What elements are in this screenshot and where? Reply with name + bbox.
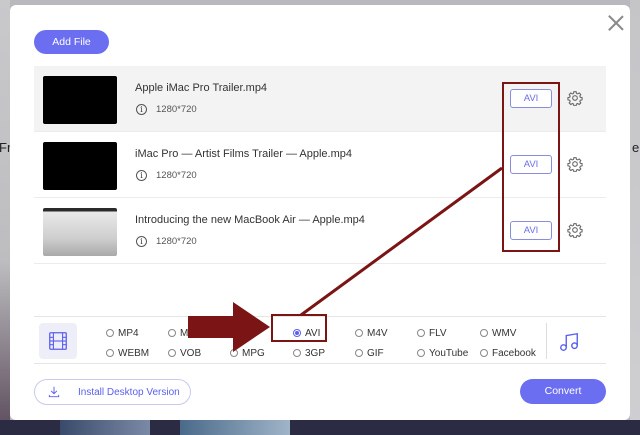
format-option-mpg[interactable]: MPG — [230, 348, 265, 359]
video-thumbnail — [43, 208, 117, 256]
radio-icon — [417, 349, 425, 357]
file-resolution: 1280*720 — [156, 236, 197, 247]
background-text-right: e — [632, 140, 640, 155]
background-left — [0, 0, 10, 435]
install-desktop-button[interactable]: Install Desktop Version — [34, 379, 191, 405]
format-option-m4v[interactable]: M4V — [355, 328, 388, 339]
close-icon[interactable] — [607, 14, 625, 32]
convert-button[interactable]: Convert — [520, 379, 606, 404]
install-label: Install Desktop Version — [78, 387, 180, 398]
format-option-wmv[interactable]: WMV — [480, 328, 516, 339]
video-thumbnail — [43, 142, 117, 190]
info-icon[interactable]: i — [136, 170, 147, 181]
film-icon — [49, 332, 67, 350]
radio-icon — [106, 329, 114, 337]
gear-icon[interactable] — [567, 156, 583, 172]
radio-icon — [168, 349, 176, 357]
radio-icon — [480, 329, 488, 337]
file-resolution: 1280*720 — [156, 104, 197, 115]
format-option-vob[interactable]: VOB — [168, 348, 201, 359]
video-thumbnail — [43, 76, 117, 124]
radio-icon — [355, 329, 363, 337]
file-name: Introducing the new MacBook Air — Apple.… — [135, 214, 365, 226]
divider — [546, 323, 547, 359]
format-option-3gp[interactable]: 3GP — [293, 348, 325, 359]
gear-icon[interactable] — [567, 222, 583, 238]
format-option-youtube[interactable]: YouTube — [417, 348, 468, 359]
radio-icon — [293, 349, 301, 357]
format-option-flv[interactable]: FLV — [417, 328, 447, 339]
format-option-mov[interactable]: MO — [168, 328, 196, 339]
video-format-tab[interactable] — [39, 323, 77, 359]
radio-icon — [480, 349, 488, 357]
format-option-mp4[interactable]: MP4 — [106, 328, 139, 339]
format-option-webm[interactable]: WEBM — [106, 348, 149, 359]
format-option-gif[interactable]: GIF — [355, 348, 384, 359]
file-name: iMac Pro — Artist Films Trailer — Apple.… — [135, 148, 352, 160]
background-thumbnail — [180, 420, 290, 435]
radio-icon — [106, 349, 114, 357]
radio-icon — [168, 329, 176, 337]
file-resolution: 1280*720 — [156, 170, 197, 181]
music-note-icon[interactable] — [558, 331, 580, 353]
add-file-button[interactable]: Add File — [34, 30, 109, 54]
radio-icon — [230, 349, 238, 357]
gear-icon[interactable] — [567, 90, 583, 106]
download-icon — [48, 386, 60, 398]
file-name: Apple iMac Pro Trailer.mp4 — [135, 82, 268, 94]
background-thumbnail — [60, 420, 150, 435]
info-icon[interactable]: i — [136, 236, 147, 247]
annotation-highlight-box — [271, 314, 327, 342]
info-icon[interactable]: i — [136, 104, 147, 115]
radio-icon — [355, 349, 363, 357]
radio-icon — [417, 329, 425, 337]
background-bottom — [0, 420, 640, 435]
annotation-highlight-box — [502, 82, 560, 252]
format-option-facebook[interactable]: Facebook — [480, 348, 536, 359]
background-right — [630, 0, 640, 435]
